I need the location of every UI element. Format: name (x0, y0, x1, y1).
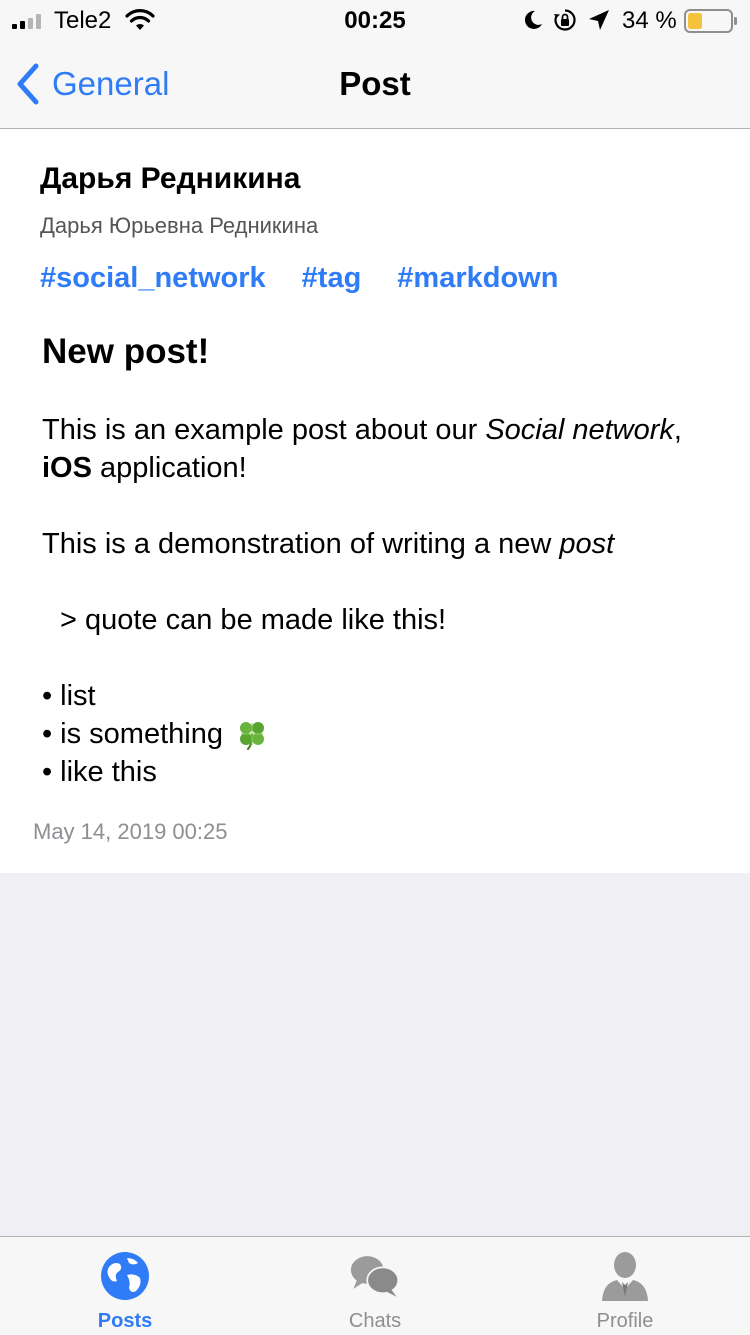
orientation-lock-icon (554, 9, 576, 31)
paragraph-text: , (673, 414, 682, 446)
tab-label: Profile (596, 1310, 654, 1332)
tab-profile[interactable]: Profile (500, 1237, 750, 1335)
list-item-text: list (60, 680, 96, 712)
list-item-text: is something (60, 718, 223, 750)
battery-percentage: 34 % (622, 7, 677, 34)
bullet-icon: • (42, 680, 53, 712)
navigation-bar: General Post (0, 40, 750, 129)
list-item: • list (42, 677, 712, 715)
status-bar: Tele2 00:25 34 % (0, 0, 750, 40)
tag-markdown[interactable]: #markdown (397, 260, 558, 296)
chat-bubbles-icon (350, 1256, 400, 1297)
tab-label: Posts (97, 1310, 153, 1332)
battery-icon (684, 9, 737, 33)
page-title: Post (339, 65, 411, 102)
post-card: Дарья Редникина Дарья Юрьевна Редникина … (0, 129, 750, 873)
post-paragraph: This is a demonstration of writing a new… (42, 525, 712, 563)
four-leaf-clover-icon (239, 722, 264, 751)
post-bullet-list: • list • is something • like this (42, 677, 712, 791)
do-not-disturb-moon-icon (524, 10, 542, 29)
paragraph-text: application! (91, 452, 247, 484)
tab-bar: Posts Chats Profile (0, 1236, 750, 1335)
tag-social-network[interactable]: #social_network (40, 260, 266, 296)
tab-label: Chats (348, 1310, 402, 1332)
list-item: • like this (42, 753, 712, 791)
author-full-name: Дарья Юрьевна Редникина (40, 213, 319, 238)
tab-posts[interactable]: Posts (0, 1237, 250, 1335)
person-icon (602, 1252, 648, 1301)
tag-tag[interactable]: #tag (302, 260, 362, 296)
post-heading: New post! (42, 332, 210, 371)
globe-icon (101, 1252, 149, 1300)
location-arrow-icon (589, 10, 609, 30)
list-item: • is something (42, 715, 712, 753)
paragraph-text: This is a demonstration of writing a new (42, 528, 560, 560)
bold-text: iOS (42, 452, 92, 484)
paragraph-text: This is an example post about our (42, 414, 486, 446)
list-item-text: like this (60, 756, 157, 788)
bullet-icon: • (42, 718, 53, 750)
italic-text: Social network (485, 414, 674, 446)
post-paragraph: This is an example post about our Social… (42, 411, 712, 487)
bullet-icon: • (42, 756, 53, 788)
post-body: This is an example post about our Social… (42, 411, 712, 791)
post-date: May 14, 2019 00:25 (33, 819, 228, 844)
author-name[interactable]: Дарья Редникина (40, 161, 300, 197)
post-quote: > quote can be made like this! (60, 604, 447, 636)
italic-text: post (559, 528, 615, 560)
tab-chats[interactable]: Chats (250, 1237, 500, 1335)
tag-list: #social_network #tag #markdown (40, 260, 594, 296)
